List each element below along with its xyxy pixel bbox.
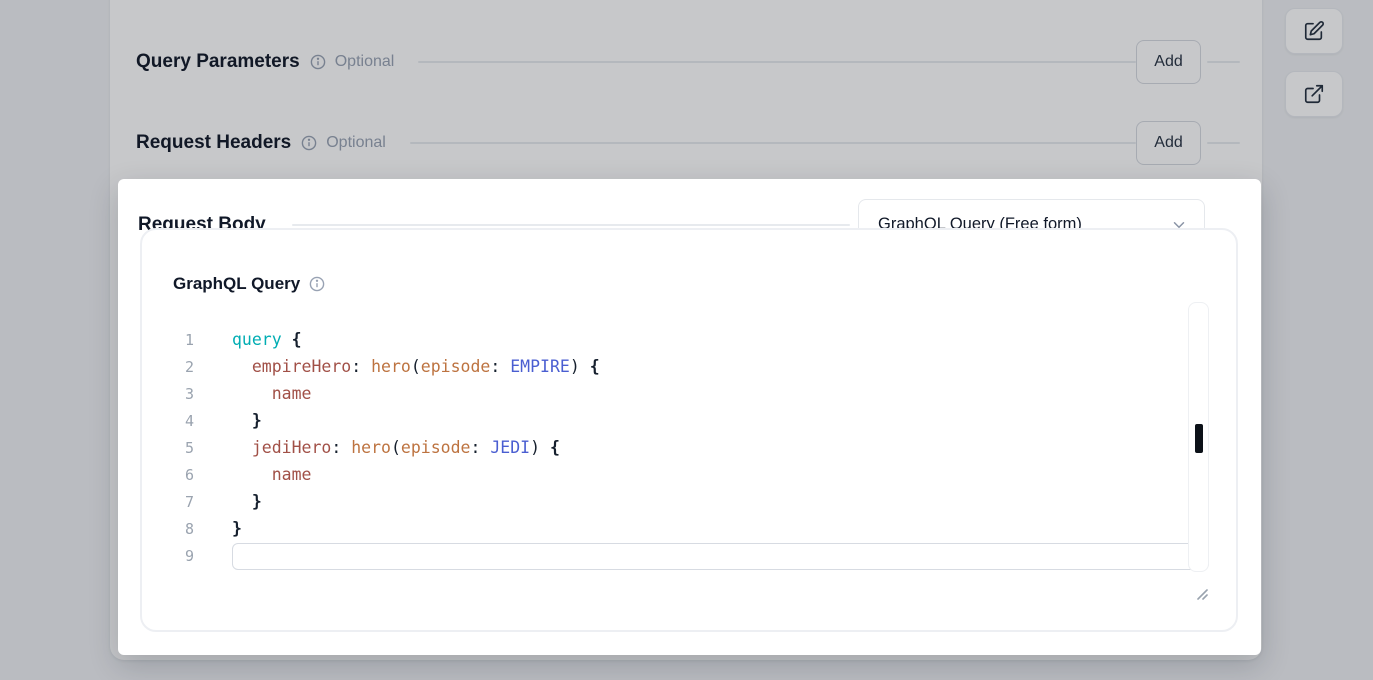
resize-grip-icon[interactable]	[1195, 587, 1208, 600]
line-number: 5	[142, 435, 194, 462]
code-text: }	[232, 489, 1209, 516]
code-line[interactable]: 9	[142, 543, 1209, 570]
code-line[interactable]: 2 empireHero: hero(episode: EMPIRE) {	[142, 354, 1209, 381]
graphql-editor-card: GraphQL Query 1query {2 empireHero: hero…	[140, 228, 1238, 632]
code-line[interactable]: 7 }	[142, 489, 1209, 516]
code-line[interactable]: 5 jediHero: hero(episode: JEDI) {	[142, 435, 1209, 462]
code-text: jediHero: hero(episode: JEDI) {	[232, 435, 1209, 462]
code-text: }	[232, 408, 1209, 435]
line-number: 8	[142, 516, 194, 543]
code-line[interactable]: 1 query {	[142, 327, 1209, 354]
code-text: name	[232, 462, 1209, 489]
line-number: 2	[142, 354, 194, 381]
code-line[interactable]: 6 name	[142, 462, 1209, 489]
line-number: 9	[142, 543, 194, 570]
code-text: }	[232, 516, 1209, 543]
graphql-query-label-row: GraphQL Query	[173, 270, 325, 298]
info-icon[interactable]	[309, 276, 325, 292]
page: Query Parameters Optional Add Request He…	[0, 0, 1373, 680]
line-number: 4	[142, 408, 194, 435]
code-text: query {	[232, 327, 1209, 354]
code-editor-lines[interactable]: 1query {2 empireHero: hero(episode: EMPI…	[142, 327, 1209, 570]
code-text: name	[232, 381, 1209, 408]
editor-scrollbar-thumb[interactable]	[1195, 424, 1203, 453]
code-line[interactable]: 4 }	[142, 408, 1209, 435]
line-number: 1	[142, 327, 194, 354]
request-body-panel: Request Body GraphQL Query (Free form) G…	[118, 179, 1261, 655]
code-line[interactable]: 3 name	[142, 381, 1209, 408]
code-text: empireHero: hero(episode: EMPIRE) {	[232, 354, 1209, 381]
line-number: 6	[142, 462, 194, 489]
divider	[292, 224, 850, 226]
graphql-query-label: GraphQL Query	[173, 274, 300, 294]
line-number: 3	[142, 381, 194, 408]
code-line[interactable]: 8}	[142, 516, 1209, 543]
code-text	[232, 543, 1209, 570]
editor-scrollbar-track[interactable]	[1188, 302, 1209, 572]
line-number: 7	[142, 489, 194, 516]
